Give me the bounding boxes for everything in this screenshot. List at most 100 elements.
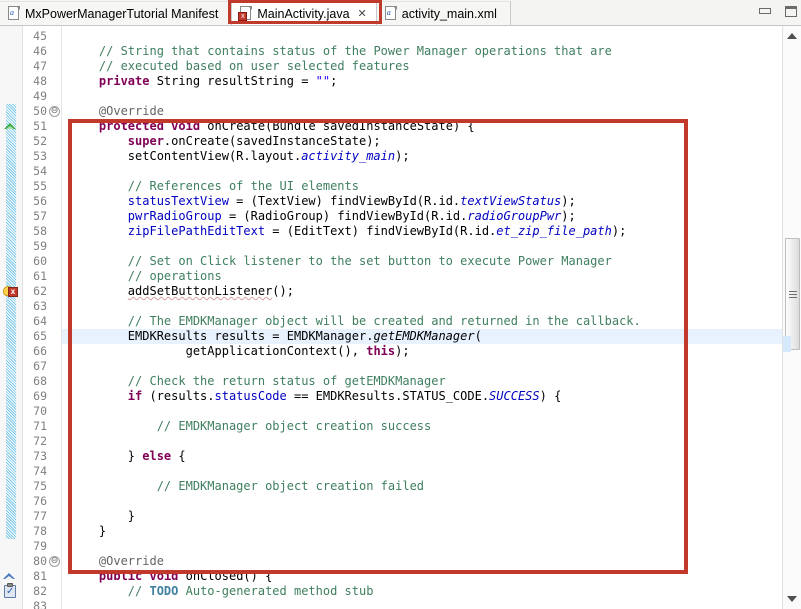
code-line[interactable]	[62, 359, 70, 374]
annotation-ruler[interactable]: x✓	[0, 26, 23, 609]
code-token: // operations	[128, 269, 222, 283]
code-line[interactable]: // executed based on user selected featu…	[62, 59, 410, 74]
minimize-icon[interactable]	[757, 4, 773, 18]
line-number: 67	[33, 359, 47, 374]
code-token	[70, 389, 128, 403]
code-line[interactable]: if (results.statusCode == EMDKResults.ST…	[62, 389, 561, 404]
code-line[interactable]	[62, 89, 70, 104]
code-line[interactable]	[62, 29, 70, 44]
vertical-scrollbar[interactable]	[782, 26, 801, 609]
code-token: SUCCESS	[489, 389, 540, 403]
tab-mainactivity-java[interactable]: x MainActivity.java ✕	[232, 1, 376, 25]
code-line[interactable]: getApplicationContext(), this);	[62, 344, 410, 359]
code-line[interactable]	[62, 539, 70, 554]
todo-task-icon[interactable]: ✓	[3, 584, 19, 599]
code-line[interactable]	[62, 434, 70, 449]
code-token: // String that contains status of the Po…	[99, 44, 612, 58]
code-token: // Check the return status of getEMDKMan…	[128, 374, 446, 388]
implements-method-icon[interactable]	[4, 119, 20, 134]
code-line[interactable]: @Override	[62, 104, 164, 119]
code-line[interactable]	[62, 464, 70, 479]
code-token: = (EditText) findViewById(R.id.	[265, 224, 496, 238]
code-token: @Override	[99, 554, 164, 568]
scroll-up-arrow-icon[interactable]	[783, 28, 801, 44]
code-token: );	[395, 149, 409, 163]
code-line[interactable]: addSetButtonListener();	[62, 284, 294, 299]
java-editor-window: a MxPowerManagerTutorial Manifest x Main…	[0, 0, 801, 609]
line-number: 79	[33, 539, 47, 554]
code-token	[70, 74, 99, 88]
code-line[interactable]: // String that contains status of the Po…	[62, 44, 612, 59]
line-number: 56	[33, 194, 47, 209]
code-token: EMDKResults results = EMDKManager.	[70, 329, 373, 343]
code-line[interactable]: }	[62, 524, 106, 539]
editor-body: x✓ 454647484950⊖515253545556575859606162…	[0, 26, 801, 609]
code-token: );	[561, 194, 575, 208]
override-method-icon[interactable]	[3, 569, 19, 584]
code-line[interactable]	[62, 239, 70, 254]
code-line[interactable]: EMDKResults results = EMDKManager.getEMD…	[62, 329, 482, 344]
line-number: 76	[33, 494, 47, 509]
line-number: 45	[33, 29, 47, 44]
code-line[interactable]: } else {	[62, 449, 186, 464]
tab-activity-main-xml[interactable]: a activity_main.xml	[377, 1, 511, 25]
code-line[interactable]: protected void onCreate(Bundle savedInst…	[62, 119, 475, 134]
code-token: ;	[330, 74, 337, 88]
code-token	[70, 194, 128, 208]
code-line[interactable]: // TODO Auto-generated method stub	[62, 584, 373, 599]
code-token: //	[128, 584, 150, 598]
code-token: // References of the UI elements	[128, 179, 359, 193]
code-line[interactable]: super.onCreate(savedInstanceState);	[62, 134, 381, 149]
line-number: 78	[33, 524, 47, 539]
code-token: void	[171, 119, 200, 133]
code-line[interactable]: private String resultString = "";	[62, 74, 337, 89]
code-token: this	[366, 344, 395, 358]
error-marker-icon[interactable]: x	[3, 284, 19, 299]
code-line[interactable]	[62, 164, 70, 179]
code-line[interactable]: setContentView(R.layout.activity_main);	[62, 149, 410, 164]
code-token: }	[70, 449, 142, 463]
code-line[interactable]: // EMDKManager object creation failed	[62, 479, 424, 494]
line-number: 48	[33, 74, 47, 89]
line-number: 80	[33, 554, 47, 569]
code-token: (results.	[142, 389, 214, 403]
code-line[interactable]: // Set on Click listener to the set butt…	[62, 254, 612, 269]
scrollbar-thumb[interactable]	[785, 238, 800, 350]
fold-collapse-icon[interactable]: ⊖	[49, 106, 60, 117]
code-line[interactable]: public void onClosed() {	[62, 569, 272, 584]
code-line[interactable]	[62, 599, 70, 609]
code-line[interactable]	[62, 299, 70, 314]
code-token: TODO	[149, 584, 178, 598]
code-line[interactable]: zipFilePathEditText = (EditText) findVie…	[62, 224, 626, 239]
code-line[interactable]	[62, 404, 70, 419]
code-token	[70, 314, 128, 328]
code-line[interactable]: }	[62, 509, 135, 524]
code-line[interactable]: @Override	[62, 554, 164, 569]
maximize-icon[interactable]	[783, 4, 799, 18]
code-token: == EMDKResults.STATUS_CODE.	[287, 389, 489, 403]
line-number: 81	[33, 569, 47, 584]
line-number: 59	[33, 239, 47, 254]
code-line[interactable]: // EMDKManager object creation success	[62, 419, 431, 434]
tab-manifest[interactable]: a MxPowerManagerTutorial Manifest	[0, 1, 232, 25]
line-number: 60	[33, 254, 47, 269]
code-line[interactable]: // The EMDKManager object will be create…	[62, 314, 641, 329]
code-line[interactable]: // operations	[62, 269, 222, 284]
fold-collapse-icon[interactable]: ⊖	[49, 556, 60, 567]
code-line[interactable]: statusTextView = (TextView) findViewById…	[62, 194, 576, 209]
xml-file-icon: a	[7, 6, 21, 21]
code-token	[70, 119, 99, 133]
code-line[interactable]: // Check the return status of getEMDKMan…	[62, 374, 446, 389]
code-editor-surface[interactable]: // String that contains status of the Po…	[62, 26, 782, 609]
code-token: protected	[99, 119, 164, 133]
close-icon[interactable]: ✕	[358, 7, 367, 20]
tab-manifest-label: MxPowerManagerTutorial Manifest	[21, 7, 222, 21]
scroll-down-arrow-icon[interactable]	[783, 591, 801, 607]
code-token: );	[561, 209, 575, 223]
line-number: 61	[33, 269, 47, 284]
code-line[interactable]	[62, 494, 70, 509]
code-line[interactable]: pwrRadioGroup = (RadioGroup) findViewByI…	[62, 209, 576, 224]
code-line[interactable]: // References of the UI elements	[62, 179, 359, 194]
code-token	[70, 224, 128, 238]
code-token: Auto-generated method stub	[178, 584, 373, 598]
